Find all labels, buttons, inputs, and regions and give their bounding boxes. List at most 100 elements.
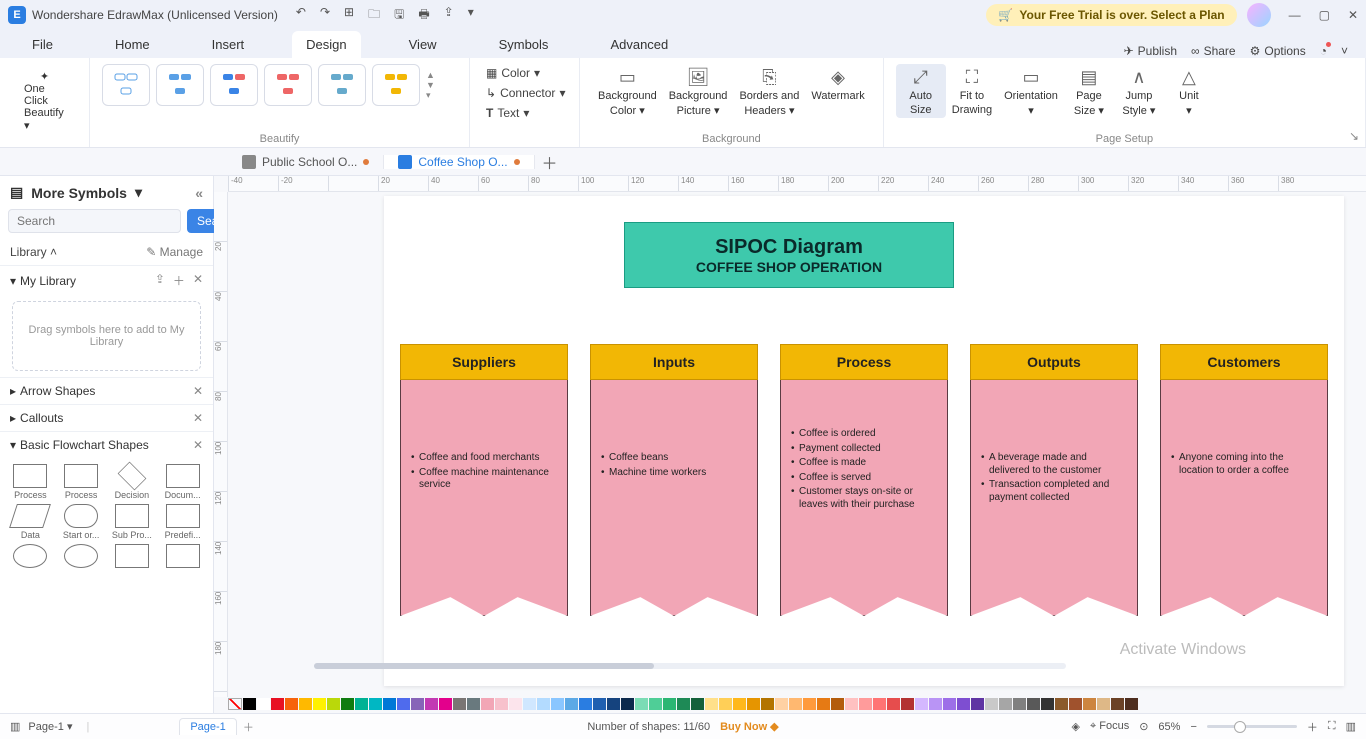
menu-item-insert[interactable]: Insert — [198, 31, 259, 58]
style-card[interactable] — [102, 64, 150, 106]
sipoc-header[interactable]: Inputs — [590, 344, 758, 380]
auto-size-button[interactable]: ⤢AutoSize — [896, 64, 946, 118]
library-dropzone[interactable]: Drag symbols here to add to My Library — [12, 301, 201, 371]
undo-icon[interactable]: ↶ — [296, 5, 306, 26]
color-swatch[interactable] — [747, 698, 760, 710]
save-icon[interactable]: 🖫 — [394, 5, 404, 26]
color-swatch[interactable] — [691, 698, 704, 710]
options-button[interactable]: ⚙ Options — [1250, 44, 1306, 58]
fit-to-drawing-button[interactable]: ⛶Fit toDrawing — [946, 64, 998, 118]
more-symbols-label[interactable]: More Symbols — [31, 185, 127, 201]
color-swatch[interactable] — [971, 698, 984, 710]
color-swatch[interactable] — [943, 698, 956, 710]
canvas[interactable]: -40-202040608010012014016018020022024026… — [214, 176, 1366, 713]
color-swatch[interactable] — [1125, 698, 1138, 710]
shape-item[interactable] — [108, 544, 157, 570]
color-swatch[interactable] — [817, 698, 830, 710]
close-lib-icon[interactable]: ✕ — [193, 272, 203, 289]
shape-item[interactable] — [6, 544, 55, 570]
sipoc-body[interactable]: A beverage made and delivered to the cus… — [970, 380, 1138, 616]
color-swatch[interactable] — [579, 698, 592, 710]
document-tab[interactable]: Coffee Shop O... — [384, 155, 534, 169]
user-avatar[interactable] — [1247, 3, 1271, 27]
color-swatch[interactable] — [705, 698, 718, 710]
sipoc-column-customers[interactable]: CustomersAnyone coming into the location… — [1160, 344, 1328, 616]
menu-item-file[interactable]: File — [18, 31, 67, 58]
color-swatch[interactable] — [915, 698, 928, 710]
unit-button[interactable]: △Unit▾ — [1164, 64, 1214, 119]
no-fill-swatch[interactable] — [228, 698, 242, 710]
color-swatch[interactable] — [1069, 698, 1082, 710]
color-swatch[interactable] — [719, 698, 732, 710]
jump-style-button[interactable]: ∧JumpStyle ▾ — [1114, 64, 1164, 119]
one-click-beautify-button[interactable]: ✦ One Click Beautify ▾ — [12, 64, 77, 138]
color-swatch[interactable] — [327, 698, 340, 710]
color-swatch[interactable] — [397, 698, 410, 710]
style-gallery[interactable] — [102, 64, 420, 106]
text-dropdown[interactable]: T Text ▾ — [482, 104, 567, 122]
color-swatch[interactable] — [467, 698, 480, 710]
color-swatch[interactable] — [593, 698, 606, 710]
share-button[interactable]: ∞ Share — [1191, 44, 1236, 58]
color-swatch[interactable] — [887, 698, 900, 710]
color-swatch[interactable] — [999, 698, 1012, 710]
chevron-down-icon[interactable]: ▾ — [135, 184, 142, 201]
menu-item-advanced[interactable]: Advanced — [596, 31, 682, 58]
focus-button[interactable]: ⌖ Focus — [1090, 720, 1129, 733]
color-swatch[interactable] — [299, 698, 312, 710]
color-swatch[interactable] — [243, 698, 256, 710]
trial-banner[interactable]: 🛒 Your Free Trial is over. Select a Plan — [986, 4, 1236, 26]
shape-data[interactable]: Data — [6, 504, 55, 540]
color-swatch[interactable] — [453, 698, 466, 710]
panels-icon[interactable]: ▥ — [1346, 720, 1356, 733]
section-callouts[interactable]: ▸ Callouts✕ — [0, 404, 213, 431]
style-card[interactable] — [264, 64, 312, 106]
color-swatch[interactable] — [565, 698, 578, 710]
color-swatch[interactable] — [1013, 698, 1026, 710]
page-selector[interactable]: Page-1 ▾ — [28, 720, 72, 733]
color-swatch[interactable] — [271, 698, 284, 710]
color-swatch[interactable] — [649, 698, 662, 710]
sipoc-column-inputs[interactable]: InputsCoffee beansMachine time workers — [590, 344, 758, 616]
maximize-button[interactable]: ▢ — [1319, 8, 1330, 22]
open-icon[interactable]: 🗀 — [368, 5, 380, 26]
minimize-button[interactable]: — — [1289, 8, 1301, 22]
sipoc-column-suppliers[interactable]: SuppliersCoffee and food merchantsCoffee… — [400, 344, 568, 616]
sipoc-header[interactable]: Outputs — [970, 344, 1138, 380]
color-swatch[interactable] — [551, 698, 564, 710]
page-tab[interactable]: Page-1 — [179, 718, 236, 735]
color-swatch[interactable] — [901, 698, 914, 710]
color-swatch[interactable] — [607, 698, 620, 710]
borders-headers-button[interactable]: ⎘Borders andHeaders ▾ — [733, 64, 805, 119]
style-card[interactable] — [318, 64, 366, 106]
shape-docum[interactable]: Docum... — [158, 464, 207, 500]
sipoc-column-process[interactable]: ProcessCoffee is orderedPayment collecte… — [780, 344, 948, 616]
sipoc-header[interactable]: Process — [780, 344, 948, 380]
document-tab[interactable]: Public School O... — [228, 155, 384, 169]
layers-icon[interactable]: ◈ — [1072, 720, 1080, 733]
color-swatch[interactable] — [621, 698, 634, 710]
gallery-scroll[interactable]: ▲▼▾ — [426, 70, 435, 101]
color-swatch[interactable] — [257, 698, 270, 710]
buy-now-link[interactable]: Buy Now ◆ — [720, 720, 779, 733]
color-swatch[interactable] — [341, 698, 354, 710]
color-swatch[interactable] — [1111, 698, 1124, 710]
manage-link[interactable]: ✎ Manage — [146, 245, 203, 259]
color-swatch[interactable] — [663, 698, 676, 710]
sipoc-header[interactable]: Customers — [1160, 344, 1328, 380]
redo-icon[interactable]: ↷ — [320, 5, 330, 26]
add-page-button[interactable]: ＋ — [243, 719, 254, 735]
search-input[interactable] — [8, 209, 181, 233]
color-swatch[interactable] — [1083, 698, 1096, 710]
page[interactable]: SIPOC Diagram COFFEE SHOP OPERATION Supp… — [384, 196, 1344, 686]
close-button[interactable]: ✕ — [1348, 8, 1358, 22]
color-swatch[interactable] — [509, 698, 522, 710]
qat-more-icon[interactable]: ▾ — [468, 5, 474, 26]
section-arrow-shapes[interactable]: ▸ Arrow Shapes✕ — [0, 377, 213, 404]
connector-dropdown[interactable]: ↳ Connector ▾ — [482, 84, 567, 102]
color-swatch[interactable] — [523, 698, 536, 710]
zoom-level[interactable]: 65% — [1158, 721, 1180, 733]
new-icon[interactable]: ⊞ — [344, 5, 354, 26]
color-swatch[interactable] — [761, 698, 774, 710]
color-swatch[interactable] — [635, 698, 648, 710]
